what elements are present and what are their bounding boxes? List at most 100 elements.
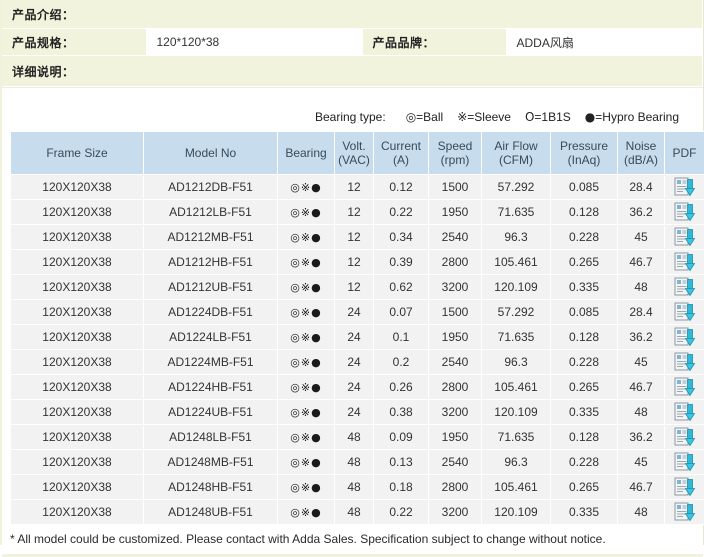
voltage-cell: 48 bbox=[335, 475, 373, 499]
pdf-download-icon[interactable] bbox=[674, 352, 696, 372]
pdf-cell[interactable] bbox=[665, 225, 704, 249]
bearing-symbols: ◎※● bbox=[290, 431, 322, 444]
bearing-cell: ◎※● bbox=[278, 200, 334, 224]
model-no-cell: AD1212MB-F51 bbox=[144, 225, 277, 249]
pressure-cell: 0.265 bbox=[551, 475, 617, 499]
current-cell: 0.18 bbox=[374, 475, 428, 499]
pdf-download-icon[interactable] bbox=[674, 252, 696, 272]
sleeve-bearing-icon: ※ bbox=[457, 110, 468, 124]
product-spec-row: 产品规格： 120*120*38 产品品牌： ADDA风扇 bbox=[2, 28, 703, 56]
pressure-cell: 0.085 bbox=[551, 175, 617, 199]
pdf-cell[interactable] bbox=[665, 400, 704, 424]
air-flow-cell: 105.461 bbox=[482, 475, 550, 499]
pdf-cell[interactable] bbox=[665, 275, 704, 299]
noise-cell: 28.4 bbox=[618, 300, 664, 324]
pdf-download-icon[interactable] bbox=[674, 427, 696, 447]
product-spec-value: 120*120*38 bbox=[146, 28, 363, 56]
pressure-cell: 0.128 bbox=[551, 325, 617, 349]
bearing-cell: ◎※● bbox=[278, 275, 334, 299]
bearing-symbols: ◎※● bbox=[290, 256, 322, 269]
pdf-download-icon[interactable] bbox=[674, 327, 696, 347]
pdf-download-icon[interactable] bbox=[674, 452, 696, 472]
table-row: 120X120X38 AD1212UB-F51 ◎※● 12 0.62 3200 120.1… bbox=[11, 275, 704, 299]
speed-cell: 2540 bbox=[429, 450, 481, 474]
noise-cell: 45 bbox=[618, 450, 664, 474]
bearing-symbols: ◎※● bbox=[290, 381, 322, 394]
model-no-cell: AD1248HB-F51 bbox=[144, 475, 277, 499]
product-spec-label: 产品规格： bbox=[2, 28, 147, 56]
product-brand-label: 产品品牌： bbox=[362, 28, 507, 56]
current-cell: 0.26 bbox=[374, 375, 428, 399]
air-flow-cell: 120.109 bbox=[482, 400, 550, 424]
bearing-symbols: ◎※● bbox=[290, 356, 322, 369]
pdf-cell[interactable] bbox=[665, 500, 704, 524]
model-no-cell: AD1224LB-F51 bbox=[144, 325, 277, 349]
frame-size-cell: 120X120X38 bbox=[11, 275, 143, 299]
legend-label-sleeve: =Sleeve bbox=[467, 110, 511, 124]
pressure-cell: 0.128 bbox=[551, 200, 617, 224]
voltage-cell: 24 bbox=[335, 375, 373, 399]
onebone-bearing-icon: O bbox=[524, 110, 535, 124]
col-header-air-flow: Air Flow (CFM) bbox=[482, 132, 550, 174]
speed-cell: 1950 bbox=[429, 325, 481, 349]
pdf-download-icon[interactable] bbox=[674, 377, 696, 397]
pdf-download-icon[interactable] bbox=[674, 302, 696, 322]
spec-table-body: 120X120X38 AD1212DB-F51 ◎※● 12 0.12 1500 57.29… bbox=[11, 175, 704, 524]
col-header-pressure: Pressure (InAq) bbox=[551, 132, 617, 174]
frame-size-cell: 120X120X38 bbox=[11, 300, 143, 324]
frame-size-cell: 120X120X38 bbox=[11, 350, 143, 374]
frame-size-cell: 120X120X38 bbox=[11, 400, 143, 424]
air-flow-cell: 105.461 bbox=[482, 250, 550, 274]
model-no-cell: AD1212LB-F51 bbox=[144, 200, 277, 224]
content-spacer bbox=[2, 87, 703, 104]
voltage-cell: 24 bbox=[335, 400, 373, 424]
pressure-cell: 0.228 bbox=[551, 450, 617, 474]
frame-size-cell: 120X120X38 bbox=[11, 375, 143, 399]
pressure-cell: 0.228 bbox=[551, 350, 617, 374]
noise-cell: 48 bbox=[618, 400, 664, 424]
voltage-cell: 48 bbox=[335, 425, 373, 449]
bearing-cell: ◎※● bbox=[278, 300, 334, 324]
legend-item-sleeve: ※=Sleeve bbox=[457, 110, 511, 124]
current-cell: 0.38 bbox=[374, 400, 428, 424]
frame-size-cell: 120X120X38 bbox=[11, 475, 143, 499]
noise-cell: 28.4 bbox=[618, 175, 664, 199]
pdf-cell[interactable] bbox=[665, 450, 704, 474]
air-flow-cell: 71.635 bbox=[482, 425, 550, 449]
pdf-download-icon[interactable] bbox=[674, 402, 696, 422]
bearing-symbols: ◎※● bbox=[290, 481, 322, 494]
pdf-cell[interactable] bbox=[665, 250, 704, 274]
bearing-cell: ◎※● bbox=[278, 375, 334, 399]
pdf-download-icon[interactable] bbox=[674, 227, 696, 247]
pdf-download-icon[interactable] bbox=[674, 277, 696, 297]
pdf-cell[interactable] bbox=[665, 325, 704, 349]
pdf-cell[interactable] bbox=[665, 350, 704, 374]
spec-table-header-row: Frame Size Model No Bearing Volt. (VAC) … bbox=[11, 132, 704, 174]
pdf-cell[interactable] bbox=[665, 300, 704, 324]
pdf-download-icon[interactable] bbox=[674, 477, 696, 497]
current-cell: 0.22 bbox=[374, 500, 428, 524]
bearing-cell: ◎※● bbox=[278, 400, 334, 424]
pdf-cell[interactable] bbox=[665, 175, 704, 199]
col-header-pdf: PDF bbox=[665, 132, 704, 174]
legend-label-1b1s: =1B1S bbox=[534, 110, 571, 124]
table-row: 120X120X38 AD1224DB-F51 ◎※● 24 0.07 1500 57.29… bbox=[11, 300, 704, 324]
ball-bearing-icon: ◎ bbox=[405, 110, 417, 124]
pdf-cell[interactable] bbox=[665, 375, 704, 399]
pdf-download-icon[interactable] bbox=[674, 502, 696, 522]
pdf-cell[interactable] bbox=[665, 425, 704, 449]
speed-cell: 2800 bbox=[429, 475, 481, 499]
pdf-cell[interactable] bbox=[665, 475, 704, 499]
noise-cell: 46.7 bbox=[618, 475, 664, 499]
pdf-download-icon[interactable] bbox=[674, 202, 696, 222]
voltage-cell: 48 bbox=[335, 450, 373, 474]
air-flow-cell: 120.109 bbox=[482, 275, 550, 299]
model-no-cell: AD1248MB-F51 bbox=[144, 450, 277, 474]
pdf-download-icon[interactable] bbox=[674, 177, 696, 197]
bearing-cell: ◎※● bbox=[278, 350, 334, 374]
bearing-symbols: ◎※● bbox=[290, 281, 322, 294]
pdf-cell[interactable] bbox=[665, 200, 704, 224]
bearing-cell: ◎※● bbox=[278, 250, 334, 274]
noise-cell: 48 bbox=[618, 275, 664, 299]
col-header-bearing: Bearing bbox=[278, 132, 334, 174]
